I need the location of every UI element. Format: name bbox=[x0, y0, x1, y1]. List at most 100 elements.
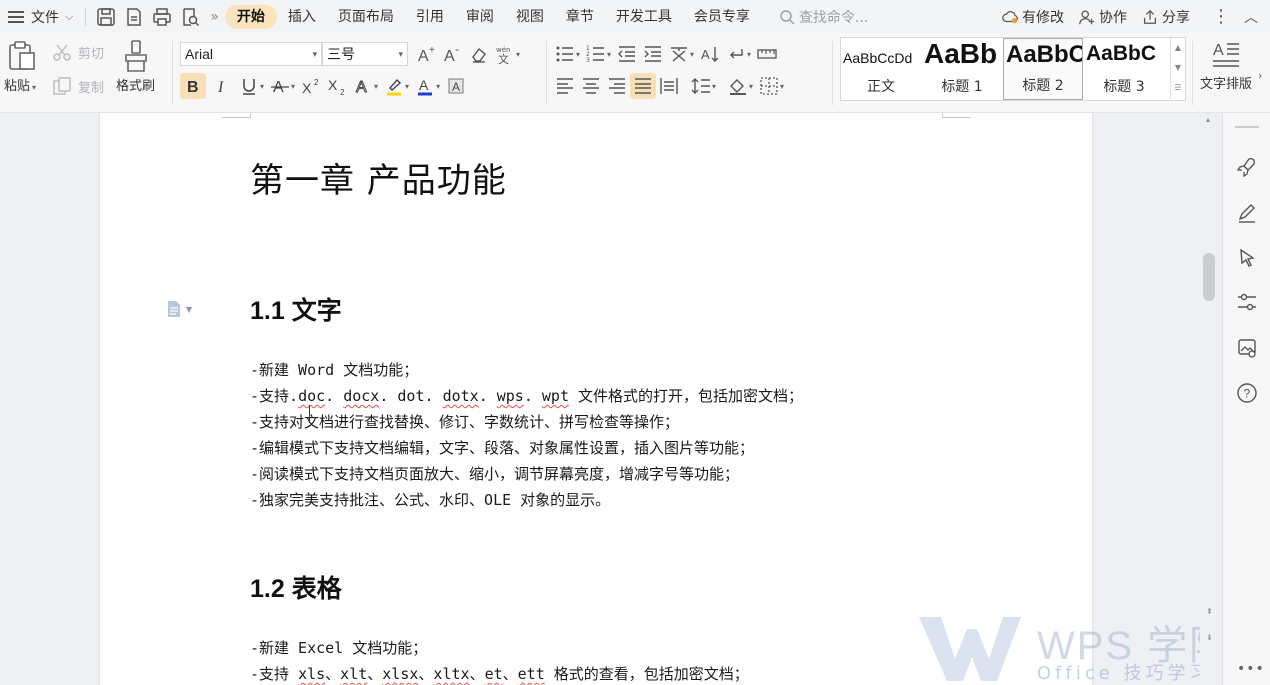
scrollbar-thumb[interactable] bbox=[1203, 253, 1215, 301]
numbered-list-icon[interactable]: 123 bbox=[583, 41, 609, 67]
style-normal[interactable]: AaBbCcDd 正文 bbox=[841, 38, 921, 100]
style-name: 正文 bbox=[867, 79, 895, 95]
highlight-button[interactable] bbox=[381, 73, 407, 99]
section-heading: 1.2 表格 bbox=[250, 575, 342, 603]
distribute-icon[interactable] bbox=[656, 73, 682, 99]
tab-view[interactable]: 视图 bbox=[505, 5, 555, 29]
svg-text:I: I bbox=[217, 79, 224, 96]
align-left-icon[interactable] bbox=[552, 73, 578, 99]
style-sample: AaBbC bbox=[1006, 41, 1083, 68]
show-marks-icon[interactable] bbox=[723, 41, 749, 67]
print-icon[interactable] bbox=[151, 6, 173, 28]
menu-bar: 文件 ⌵ » 开始 插入 页面布局 引用 审阅 视图 章节 开发工具 会员专享 … bbox=[0, 0, 1270, 33]
export-pdf-icon[interactable] bbox=[123, 6, 145, 28]
paste-button[interactable]: 粘贴 ▾ bbox=[4, 39, 39, 94]
vertical-scrollbar[interactable]: ▴ ⇞ ⇟ bbox=[1200, 113, 1222, 685]
ai-image-icon[interactable] bbox=[1235, 336, 1259, 360]
page-down-icon[interactable]: ⇟ bbox=[1206, 633, 1213, 642]
pinyin-guide-icon[interactable]: wén 文 bbox=[492, 41, 518, 67]
tab-section[interactable]: 章节 bbox=[555, 5, 605, 29]
increase-indent-icon[interactable] bbox=[640, 41, 666, 67]
ruler-icon[interactable] bbox=[754, 41, 780, 67]
format-painter-button[interactable]: 格式刷 bbox=[116, 39, 155, 94]
file-menu-button[interactable]: 文件 ⌵ bbox=[0, 0, 79, 33]
scroll-down-icon[interactable]: ▼ bbox=[1171, 58, 1185, 78]
style-heading-1[interactable]: AaBb 标题 1 bbox=[922, 38, 1002, 100]
char-shading-button[interactable]: A bbox=[443, 73, 469, 99]
tab-developer[interactable]: 开发工具 bbox=[605, 5, 683, 29]
page-up-icon[interactable]: ⇞ bbox=[1206, 607, 1213, 616]
align-center-icon[interactable] bbox=[578, 73, 604, 99]
grow-font-icon[interactable]: A + bbox=[414, 41, 440, 67]
rocket-icon[interactable] bbox=[1235, 155, 1259, 179]
share-button[interactable]: 分享 bbox=[1141, 7, 1190, 27]
svg-text:A: A bbox=[419, 77, 429, 93]
pen-icon[interactable] bbox=[1235, 201, 1259, 225]
body-line: -阅读模式下支持文档页面放大、缩小，调节屏幕亮度，增减字号等功能； bbox=[250, 463, 739, 484]
copy-button[interactable]: 复制 bbox=[52, 76, 104, 96]
tab-page-layout[interactable]: 页面布局 bbox=[327, 5, 405, 29]
tab-review[interactable]: 审阅 bbox=[455, 5, 505, 29]
chinese-layout-icon[interactable] bbox=[666, 41, 692, 67]
print-preview-icon[interactable] bbox=[179, 6, 201, 28]
sliders-icon[interactable] bbox=[1235, 290, 1259, 314]
line-spacing-icon[interactable] bbox=[688, 73, 714, 99]
style-heading-3[interactable]: AaBbC 标题 3 bbox=[1084, 38, 1164, 100]
justify-icon[interactable] bbox=[630, 73, 656, 99]
more-icon[interactable]: ••• bbox=[1237, 661, 1265, 677]
bold-button[interactable]: B bbox=[180, 73, 206, 99]
chevron-down-icon: ⌵ bbox=[65, 9, 74, 23]
italic-button[interactable]: I bbox=[210, 73, 236, 99]
strikethrough-button[interactable]: A bbox=[267, 73, 293, 99]
superscript-button[interactable]: X2 bbox=[298, 73, 324, 99]
more-quick-access-icon[interactable]: » bbox=[210, 9, 218, 25]
font-name-select[interactable]: Arial ▾ bbox=[180, 42, 322, 66]
tab-member[interactable]: 会员专享 bbox=[683, 5, 761, 29]
collaborate-button[interactable]: 协作 bbox=[1078, 7, 1127, 27]
svg-text:+: + bbox=[429, 45, 435, 56]
scroll-up-icon[interactable]: ▴ bbox=[1206, 115, 1210, 124]
cut-label: 剪切 bbox=[78, 46, 105, 62]
clear-format-icon[interactable] bbox=[466, 41, 492, 67]
paragraph-handle[interactable]: ▼ bbox=[166, 300, 192, 318]
decrease-indent-icon[interactable] bbox=[614, 41, 640, 67]
align-right-icon[interactable] bbox=[604, 73, 630, 99]
shrink-font-icon[interactable]: A- bbox=[440, 41, 466, 67]
text-run: 、 bbox=[325, 665, 341, 683]
expand-gallery-icon[interactable]: ☰ bbox=[1171, 78, 1185, 98]
document-page[interactable]: 第一章 产品功能 1.1 文字 -新建 Word 文档功能； -支持.doc. … bbox=[100, 113, 1092, 685]
text-layout-label: 文字排版 bbox=[1200, 77, 1253, 92]
cut-button[interactable]: 剪切 bbox=[52, 42, 104, 62]
font-size-select[interactable]: 三号 ▾ bbox=[322, 42, 408, 66]
collapse-ribbon-icon[interactable]: ︿ bbox=[1244, 7, 1258, 27]
text-layout-button[interactable]: A 文字排版 bbox=[1200, 39, 1252, 92]
panel-handle[interactable] bbox=[1235, 126, 1259, 128]
ribbon-more-icon[interactable]: › bbox=[1258, 38, 1270, 113]
tab-insert[interactable]: 插入 bbox=[277, 5, 327, 29]
borders-icon[interactable] bbox=[756, 73, 782, 99]
save-icon[interactable] bbox=[95, 6, 117, 28]
spell-error: xls bbox=[298, 665, 326, 683]
style-name: 标题 2 bbox=[1022, 78, 1064, 94]
help-icon[interactable]: ? bbox=[1235, 381, 1259, 405]
shading-icon[interactable] bbox=[725, 73, 751, 99]
command-search[interactable]: 查找命令... bbox=[779, 7, 909, 27]
tab-references[interactable]: 引用 bbox=[405, 5, 455, 29]
changes-button[interactable]: 有修改 bbox=[1001, 7, 1064, 27]
style-heading-2[interactable]: AaBbC 标题 2 bbox=[1003, 38, 1083, 100]
styles-scroll[interactable]: ▲ ▼ ☰ bbox=[1170, 38, 1185, 100]
subscript-button[interactable]: X2 bbox=[324, 73, 350, 99]
pointer-icon[interactable] bbox=[1235, 246, 1259, 270]
bullet-list-icon[interactable] bbox=[552, 41, 578, 67]
scroll-up-icon[interactable]: ▲ bbox=[1171, 38, 1185, 58]
underline-button[interactable] bbox=[236, 73, 262, 99]
margin-corner-mark bbox=[942, 113, 971, 118]
sort-icon[interactable]: A bbox=[697, 41, 723, 67]
tab-home[interactable]: 开始 bbox=[224, 4, 277, 29]
divider bbox=[85, 7, 87, 26]
font-color-button[interactable]: A bbox=[412, 73, 438, 99]
more-options-icon[interactable]: ⋮ bbox=[1212, 6, 1230, 27]
text-effect-button[interactable]: A bbox=[350, 73, 376, 99]
spell-error: wps bbox=[496, 387, 524, 405]
right-actions: 有修改 协作 分享 ⋮ ︿ bbox=[1001, 0, 1270, 33]
